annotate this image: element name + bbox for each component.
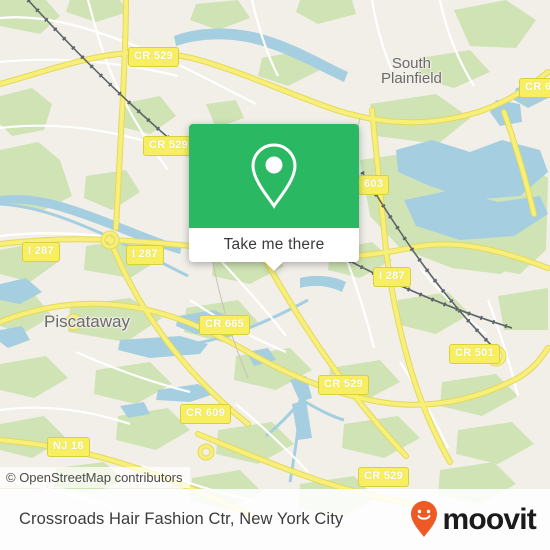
road-shield-cr609: CR 609 [180, 404, 232, 424]
popup-header [189, 124, 359, 228]
place-label-line1: South [391, 55, 432, 72]
moovit-logo[interactable]: moovit [409, 500, 537, 540]
location-title: Crossroads Hair Fashion Ctr, New York Ci… [19, 510, 344, 528]
road-shield-cr529-b: CR 529 [143, 136, 195, 156]
road-shield-cr665: CR 665 [199, 315, 251, 335]
place-label-line2: Plainfield [381, 70, 442, 87]
road-shield-i287-c: I 287 [373, 267, 411, 287]
road-shield-cr6: CR 6 [519, 78, 550, 98]
road-shield-cr529-a: CR 529 [128, 47, 180, 67]
osm-attribution[interactable]: © OpenStreetMap contributors [0, 467, 190, 488]
road-shield-i287-a: I 287 [22, 242, 60, 262]
place-label-piscataway: Piscataway [44, 312, 130, 331]
road-shield-cr501: CR 501 [449, 344, 501, 364]
place-label-south-plainfield: South Plainfield [381, 56, 442, 86]
location-popup-card[interactable]: Take me there [189, 124, 359, 271]
road-shield-603: 603 [358, 175, 390, 195]
road-shield-nj18: NJ 18 [47, 437, 90, 457]
road-shield-i287-b: I 287 [126, 245, 164, 265]
take-me-there-button[interactable]: Take me there [189, 228, 359, 262]
footer-bar: Crossroads Hair Fashion Ctr, New York Ci… [0, 489, 550, 550]
moovit-pin-icon [411, 500, 438, 537]
screenshot-root: South Plainfield Piscataway CR 529 CR 52… [0, 0, 550, 550]
take-me-there-label: Take me there [223, 236, 325, 253]
map-pin-icon [251, 143, 297, 209]
popup-pointer [265, 262, 283, 271]
road-shield-cr529-d: CR 529 [358, 467, 410, 487]
road-shield-cr529-c: CR 529 [318, 375, 370, 395]
moovit-wordmark: moovit [442, 502, 536, 536]
